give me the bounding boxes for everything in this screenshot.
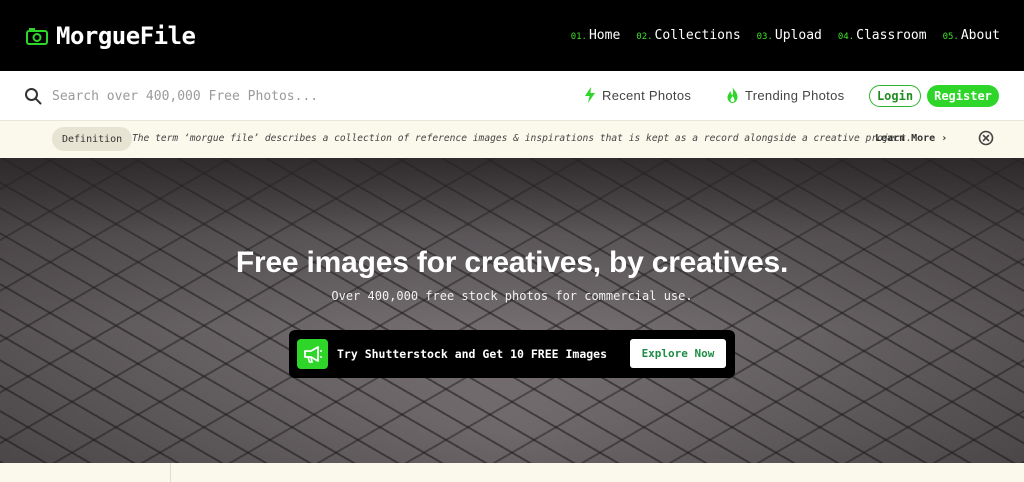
hero-section: Free images for creatives, by creatives.… <box>0 158 1024 463</box>
login-button[interactable]: Login <box>869 85 921 107</box>
search-icon[interactable] <box>24 87 42 105</box>
hero-subtitle: Over 400,000 free stock photos for comme… <box>331 289 693 303</box>
nav-item-number: 05. <box>942 32 959 42</box>
content-area-top <box>0 463 1024 482</box>
nav-item-label: Classroom <box>856 28 927 43</box>
flame-icon <box>727 87 738 103</box>
megaphone-icon <box>303 346 322 363</box>
logo[interactable]: MorgueFile <box>26 22 196 50</box>
camera-icon <box>26 28 48 45</box>
explore-now-button[interactable]: Explore Now <box>630 339 726 368</box>
nav-item-collections[interactable]: 02. Collections <box>636 28 740 43</box>
logo-text: MorgueFile <box>56 22 196 50</box>
trending-photos-label: Trending Photos <box>745 87 845 103</box>
top-nav-bar: MorgueFile 01. Home 02. Collections 03. … <box>0 0 1024 71</box>
nav-item-number: 03. <box>756 32 773 42</box>
nav-item-label: Collections <box>654 28 741 43</box>
nav-item-number: 01. <box>570 32 587 42</box>
recent-photos-link[interactable]: Recent Photos <box>584 87 691 103</box>
main-nav: 01. Home 02. Collections 03. Upload 04. … <box>571 28 1000 43</box>
shutterstock-promo: Try Shutterstock and Get 10 FREE Images … <box>289 330 735 378</box>
nav-item-label: About <box>960 28 1000 43</box>
nav-item-about[interactable]: 05. About <box>943 28 1000 43</box>
recent-photos-label: Recent Photos <box>602 87 692 103</box>
nav-item-number: 04. <box>837 32 855 42</box>
definition-badge: Definition <box>52 127 133 151</box>
register-button[interactable]: Register <box>927 85 999 107</box>
nav-item-home[interactable]: 01. Home <box>571 28 621 43</box>
close-circle-icon[interactable] <box>978 130 994 146</box>
nav-item-number: 02. <box>636 32 653 42</box>
nav-item-label: Upload <box>774 28 822 43</box>
definition-text: The term ‘morgue file’ describes a colle… <box>132 133 912 144</box>
promo-text: Try Shutterstock and Get 10 FREE Images <box>337 347 608 361</box>
lightning-icon <box>585 87 595 103</box>
trending-photos-link[interactable]: Trending Photos <box>726 87 844 103</box>
nav-item-classroom[interactable]: 04. Classroom <box>838 28 927 43</box>
divider <box>170 463 171 482</box>
search-input[interactable] <box>52 85 352 107</box>
definition-banner: Definition The term ‘morgue file’ descri… <box>0 121 1024 158</box>
learn-more-link[interactable]: Learn More › <box>875 133 947 144</box>
nav-item-label: Home <box>588 28 621 43</box>
nav-item-upload[interactable]: 03. Upload <box>757 28 822 43</box>
promo-icon-box <box>297 339 328 369</box>
hero-title: Free images for creatives, by creatives. <box>235 246 789 279</box>
